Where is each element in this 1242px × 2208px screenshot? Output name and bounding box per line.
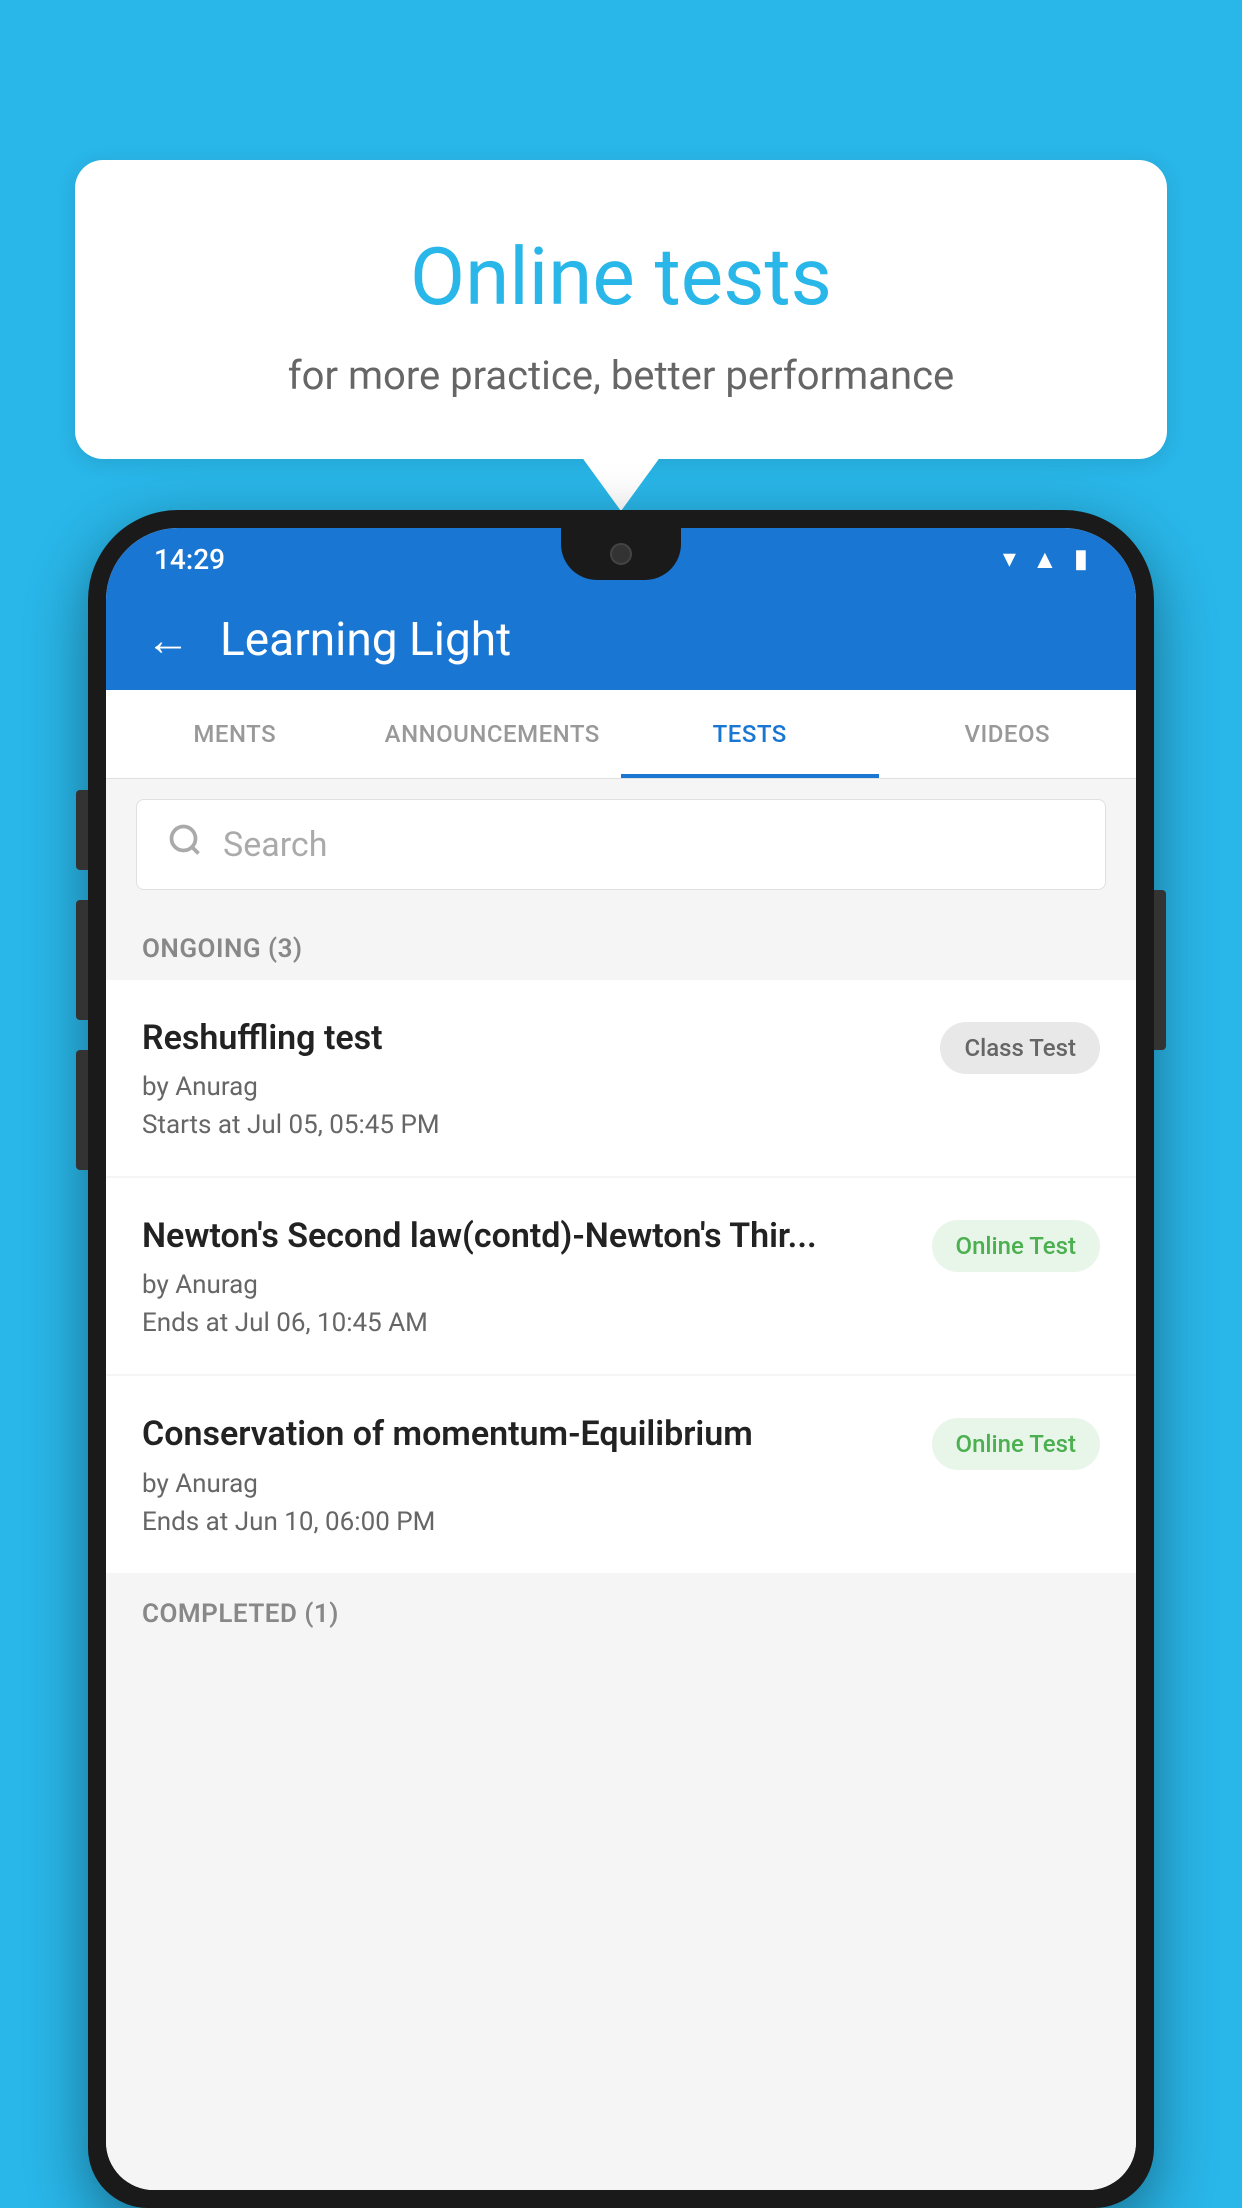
app-bar: ← Learning Light [106,590,1136,690]
test-card-conservation[interactable]: Conservation of momentum-Equilibrium by … [106,1376,1136,1572]
wifi-icon: ▾ [1003,544,1016,574]
test-badge-conservation: Online Test [932,1418,1100,1470]
silent-button [76,1050,88,1170]
test-time-newtons: Ends at Jul 06, 10:45 AM [142,1308,912,1338]
promo-subtitle: for more practice, better performance [155,352,1087,399]
promo-title: Online tests [155,230,1087,324]
test-time-reshuffling: Starts at Jul 05, 05:45 PM [142,1110,920,1140]
search-placeholder: Search [223,825,327,865]
back-button[interactable]: ← [146,614,190,666]
status-time: 14:29 [154,543,225,576]
promo-container: Online tests for more practice, better p… [75,160,1167,459]
test-author-conservation: by Anurag [142,1469,912,1499]
volume-up-button [76,790,88,870]
tab-videos[interactable]: VIDEOS [879,690,1137,778]
volume-down-button [76,900,88,1020]
status-bar: 14:29 ▾ ▲ ▮ [106,528,1136,590]
power-button [1154,890,1166,1050]
test-info-reshuffling: Reshuffling test by Anurag Starts at Jul… [142,1016,920,1140]
ongoing-section-label: ONGOING (3) [106,910,1136,980]
tab-ments[interactable]: MENTS [106,690,364,778]
test-name-newtons: Newton's Second law(contd)-Newton's Thir… [142,1214,912,1258]
search-container: Search [106,779,1136,910]
battery-icon: ▮ [1074,544,1088,574]
signal-icon: ▲ [1032,544,1058,575]
camera-dot [610,543,632,565]
tab-announcements[interactable]: ANNOUNCEMENTS [364,690,622,778]
test-name-conservation: Conservation of momentum-Equilibrium [142,1412,912,1456]
test-info-newtons: Newton's Second law(contd)-Newton's Thir… [142,1214,912,1338]
app-title: Learning Light [220,613,511,667]
notch [561,528,681,580]
test-author-reshuffling: by Anurag [142,1072,920,1102]
speech-bubble: Online tests for more practice, better p… [75,160,1167,459]
status-icons: ▾ ▲ ▮ [1003,544,1088,575]
tabs-container: MENTS ANNOUNCEMENTS TESTS VIDEOS [106,690,1136,779]
test-card-newtons[interactable]: Newton's Second law(contd)-Newton's Thir… [106,1178,1136,1374]
test-badge-reshuffling: Class Test [940,1022,1100,1074]
search-bar[interactable]: Search [136,799,1106,890]
test-info-conservation: Conservation of momentum-Equilibrium by … [142,1412,912,1536]
phone-screen: 14:29 ▾ ▲ ▮ ← Learning Light MENTS [106,528,1136,2190]
phone-frame: 14:29 ▾ ▲ ▮ ← Learning Light MENTS [88,510,1154,2208]
test-time-conservation: Ends at Jun 10, 06:00 PM [142,1507,912,1537]
test-badge-newtons: Online Test [932,1220,1100,1272]
tab-tests[interactable]: TESTS [621,690,879,778]
completed-section-label: COMPLETED (1) [106,1575,1136,1645]
test-card-reshuffling[interactable]: Reshuffling test by Anurag Starts at Jul… [106,980,1136,1176]
test-author-newtons: by Anurag [142,1270,912,1300]
search-icon [167,822,203,867]
scrollable-content: ONGOING (3) Reshuffling test by Anurag S… [106,910,1136,2190]
test-name-reshuffling: Reshuffling test [142,1016,920,1060]
